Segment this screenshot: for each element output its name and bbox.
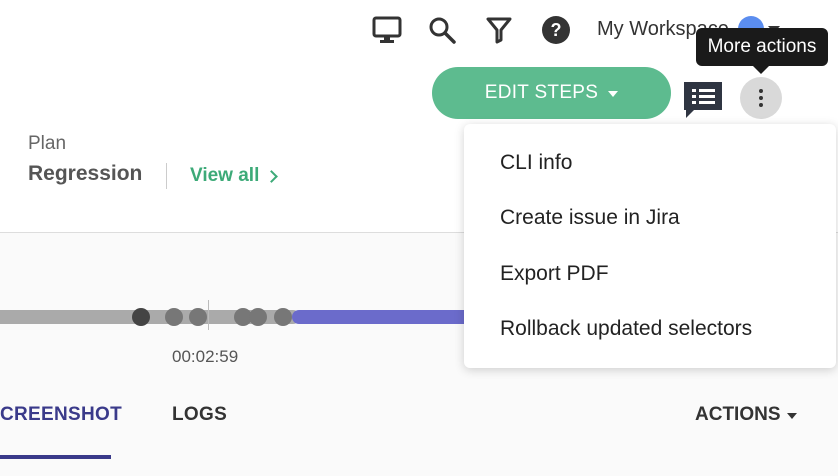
timeline-marker bbox=[208, 300, 209, 330]
chevron-right-icon bbox=[265, 169, 279, 183]
menu-item-rollback-selectors[interactable]: Rollback updated selectors bbox=[500, 317, 752, 341]
monitor-icon[interactable] bbox=[369, 12, 405, 48]
plan-value: Regression bbox=[28, 162, 143, 185]
filter-icon[interactable] bbox=[481, 12, 517, 48]
tooltip-arrow bbox=[753, 66, 769, 74]
view-all-link[interactable]: View all bbox=[190, 165, 279, 187]
more-actions-button[interactable] bbox=[740, 77, 782, 119]
more-actions-menu: CLI info Create issue in Jira Export PDF… bbox=[464, 124, 836, 368]
caret-down-icon bbox=[786, 413, 797, 419]
timeline-step-dot[interactable] bbox=[189, 308, 207, 326]
menu-item-export-pdf[interactable]: Export PDF bbox=[500, 262, 609, 286]
timeline-timestamp: 00:02:59 bbox=[172, 347, 239, 366]
tab-logs[interactable]: LOGS bbox=[172, 404, 227, 426]
actions-label: ACTIONS bbox=[695, 404, 781, 425]
timeline-step-dot[interactable] bbox=[274, 308, 292, 326]
menu-item-cli-info[interactable]: CLI info bbox=[500, 151, 572, 175]
menu-item-create-jira-issue[interactable]: Create issue in Jira bbox=[500, 206, 680, 230]
help-icon[interactable]: ? bbox=[538, 12, 574, 48]
edit-steps-label: EDIT STEPS bbox=[484, 82, 599, 103]
timeline-step-dot[interactable] bbox=[132, 308, 150, 326]
actions-dropdown[interactable]: ACTIONS bbox=[695, 404, 797, 426]
svg-text:?: ? bbox=[551, 20, 562, 40]
active-tab-indicator bbox=[0, 455, 111, 459]
timeline-progress[interactable] bbox=[292, 310, 472, 324]
vertical-divider bbox=[166, 163, 167, 189]
plan-label: Plan bbox=[28, 133, 67, 154]
timeline-step-dot[interactable] bbox=[165, 308, 183, 326]
comment-list-icon[interactable] bbox=[682, 80, 724, 120]
more-actions-tooltip: More actions bbox=[696, 28, 828, 66]
kebab-dot bbox=[759, 89, 763, 93]
search-icon[interactable] bbox=[424, 12, 460, 48]
caret-down-icon bbox=[608, 91, 619, 97]
kebab-dot bbox=[759, 103, 763, 107]
view-all-label: View all bbox=[190, 165, 260, 186]
timeline-step-dot[interactable] bbox=[249, 308, 267, 326]
edit-steps-button[interactable]: EDIT STEPS bbox=[432, 67, 671, 119]
tab-screenshot[interactable]: CREENSHOT bbox=[0, 404, 122, 426]
kebab-dot bbox=[759, 96, 763, 100]
